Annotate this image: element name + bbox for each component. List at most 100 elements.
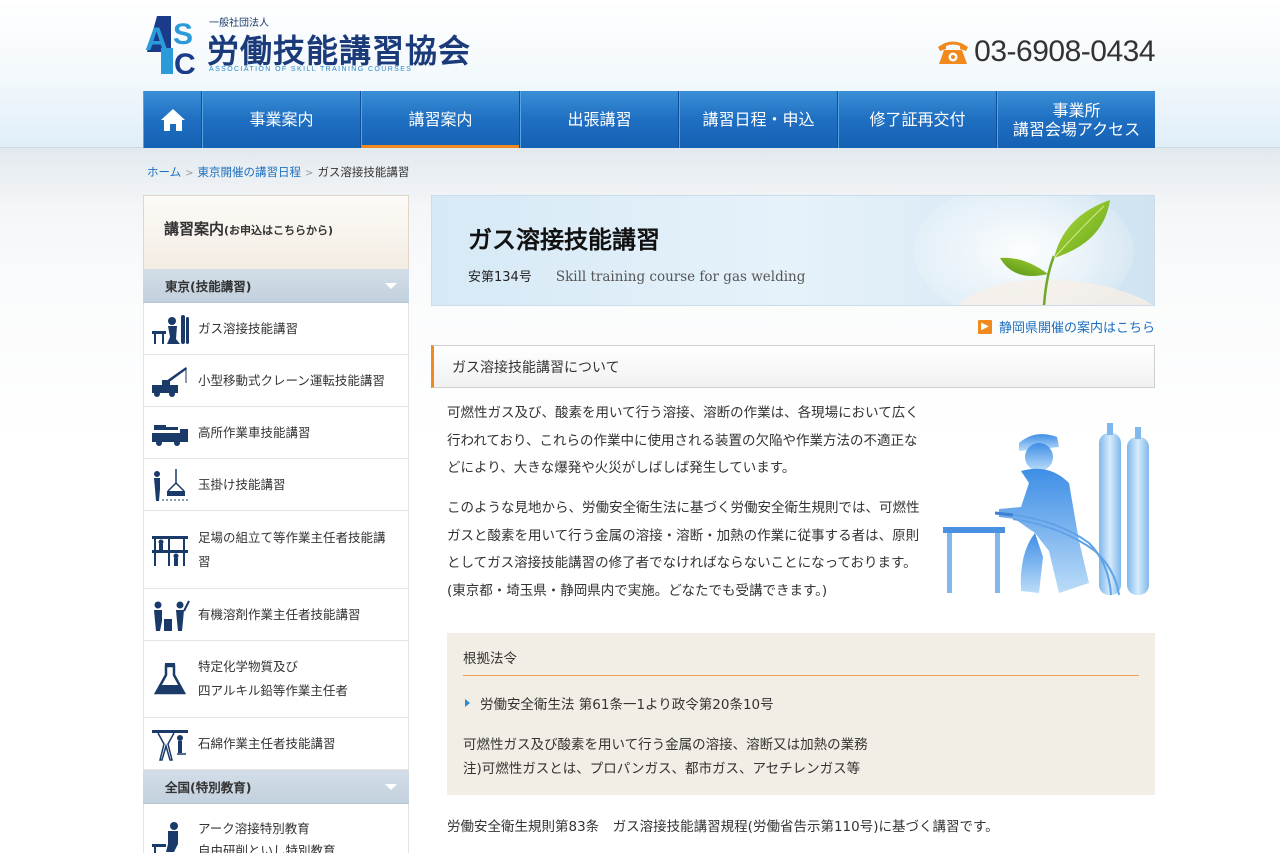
sidebar: 講習案内(お申込はこちらから) 東京(技能講習) ガス溶接技能講習 小型移動式ク… (143, 195, 409, 853)
hero-banner: ガス溶接技能講習 安第134号 Skill training course for… (431, 195, 1155, 306)
breadcrumb-separator: > (185, 168, 194, 179)
category-label: 東京(技能講習) (165, 279, 252, 294)
sidebar-item-gas-welding[interactable]: ガス溶接技能講習 (143, 303, 409, 355)
nav-business[interactable]: 事業案内 (202, 91, 361, 148)
chevron-down-icon (385, 783, 397, 790)
nav-courses[interactable]: 講習案内 (361, 91, 520, 148)
nav-label-multiline: 事業所 講習会場アクセス (1013, 101, 1140, 139)
slinging-worker-icon (154, 468, 188, 501)
legal-basis-title: 根拠法令 (463, 651, 517, 667)
sidebar-item-label-line2: 自由研削といし特別教育 (198, 843, 336, 853)
asc-logo-icon: S C A (145, 16, 196, 74)
sprout-leaves-image (914, 196, 1152, 305)
sidebar-item-slinging[interactable]: 玉掛け技能講習 (143, 459, 409, 511)
legal-basis-box: 根拠法令 労働安全衛生法 第61条一1より政令第20条10号 可燃性ガス及び酸素… (447, 633, 1155, 795)
intro-paragraph-1: 可燃性ガス及び、酸素を用いて行う溶接、溶断の作業は、各現場において広く行われてお… (447, 405, 919, 476)
breadcrumb-home[interactable]: ホーム (147, 165, 181, 179)
nav-certificate-reissue[interactable]: 修了証再交付 (838, 91, 997, 148)
page-wrapper: S C A 一般社団法人 労働技能講習協会 ASSOCIATION OF SKI… (143, 0, 1155, 853)
nav-label-line1: 事業所 (1052, 100, 1101, 120)
organic-solvent-workers-icon (154, 600, 190, 631)
sidebar-category-national[interactable]: 全国(特別教育) (143, 770, 409, 804)
course-code: 安第134号 (468, 270, 532, 285)
breadcrumb-separator: > (305, 168, 314, 179)
phone-number-text: 03-6908-0434 (974, 35, 1155, 68)
sidebar-item-label-line1: アーク溶接特別教育 (198, 821, 310, 836)
nav-onsite-courses[interactable]: 出張講習 (520, 91, 679, 148)
sidebar-item-mobile-crane[interactable]: 小型移動式クレーン運転技能講習 (143, 355, 409, 407)
svg-text:S: S (173, 18, 193, 51)
legal-basis-description: 可燃性ガス及び酸素を用いて行う金属の溶接、溶断又は加熱の業務 注)可燃性ガスとは… (463, 733, 868, 781)
nav-label: 修了証再交付 (869, 110, 966, 129)
logo-english: ASSOCIATION OF SKILL TRAINING COURSES (209, 66, 413, 73)
sidebar-item-label: 高所作業車技能講習 (198, 424, 311, 440)
sidebar-item-organic-solvent[interactable]: 有機溶剤作業主任者技能講習 (143, 589, 409, 641)
phone-icon (938, 41, 969, 64)
nav-label: 講習日程・申込 (702, 110, 815, 129)
sidebar-item-asbestos[interactable]: 石綿作業主任者技能講習 (143, 718, 409, 770)
sidebar-item-scaffolding[interactable]: 足場の組立て等作業主任者技能講 習 (143, 511, 409, 589)
sidebar-title-text: 講習案内 (164, 220, 225, 238)
home-icon (160, 108, 185, 131)
sidebar-title-note: (お申込はこちらから) (224, 224, 334, 237)
gas-welder-icon (152, 314, 189, 344)
breadcrumb-current: ガス溶接技能講習 (317, 165, 410, 179)
breadcrumb-parent[interactable]: 東京開催の講習日程 (198, 165, 302, 179)
nav-schedule-apply[interactable]: 講習日程・申込 (679, 91, 838, 148)
breadcrumb: ホーム > 東京開催の講習日程 > ガス溶接技能講習 (147, 164, 409, 180)
mobile-crane-icon (152, 366, 187, 397)
sidebar-item-label-multiline: 足場の組立て等作業主任者技能講 習 (198, 526, 386, 574)
sidebar-item-aerial-work-vehicle[interactable]: 高所作業車技能講習 (143, 407, 409, 459)
sidebar-item-label-multiline: 特定化学物質及び 四アルキル鉛等作業主任者 (198, 655, 348, 703)
nav-label: 事業案内 (249, 110, 314, 129)
sidebar-item-arc-welding[interactable]: アーク溶接特別教育 自由研削といし特別教育 (143, 804, 409, 853)
legal-basis-item-text: 労働安全衛生法 第61条一1より政令第20条10号 (480, 697, 774, 713)
gas-welder-illustration (943, 423, 1149, 596)
aerial-work-truck-icon (152, 424, 188, 446)
phone-number[interactable]: 03-6908-0434 (936, 34, 1155, 70)
sidebar-item-label: 玉掛け技能講習 (198, 476, 286, 492)
category-label: 全国(特別教育) (165, 780, 252, 795)
sidebar-item-specified-chemicals[interactable]: 特定化学物質及び 四アルキル鉛等作業主任者 (143, 641, 409, 718)
legal-basis-desc-line2: 注)可燃性ガスとは、プロパンガス、都市ガス、アセチレンガス等 (463, 761, 861, 777)
legal-basis-divider (463, 675, 1139, 676)
main-content: ガス溶接技能講習 安第134号 Skill training course for… (431, 195, 1155, 853)
scaffolding-icon (152, 535, 188, 566)
arc-welder-icon (152, 822, 178, 853)
course-english-title: Skill training course for gas welding (555, 269, 806, 285)
sidebar-item-label: 石綿作業主任者技能講習 (198, 735, 336, 751)
arrow-right-icon: ▶ (977, 319, 992, 334)
flask-icon (153, 663, 187, 695)
nav-label: 講習案内 (408, 110, 473, 129)
sidebar-title: 講習案内(お申込はこちらから) (143, 195, 409, 269)
sidebar-item-label: 有機溶剤作業主任者技能講習 (198, 606, 361, 622)
nav-label-line2: 講習会場アクセス (1012, 119, 1141, 139)
sidebar-category-tokyo[interactable]: 東京(技能講習) (143, 269, 409, 303)
chevron-down-icon (385, 282, 397, 289)
intro-paragraph-2: このような見地から、労働安全衛生法に基づく労働安全衛生規則では、可燃性ガスと酸素… (447, 500, 920, 599)
regulation-note: 労働安全衛生規則第83条 ガス溶接技能講習規程(労働省告示第110号)に基づく講… (447, 819, 999, 835)
sidebar-item-label-line2: 習 (198, 553, 211, 569)
svg-text:C: C (174, 48, 196, 74)
asbestos-worker-icon (152, 729, 188, 761)
site-logo[interactable]: S C A 一般社団法人 労働技能講習協会 ASSOCIATION OF SKI… (143, 12, 470, 76)
sidebar-item-label-line2: 四アルキル鉛等作業主任者 (198, 683, 348, 698)
shizuoka-link-text: 静岡県開催の案内はこちら (998, 321, 1155, 336)
legal-basis-item: 労働安全衛生法 第61条一1より政令第20条10号 (465, 693, 774, 713)
sidebar-item-label: 小型移動式クレーン運転技能講習 (198, 372, 385, 388)
page-title: ガス溶接技能講習 (468, 226, 660, 254)
nav-home[interactable] (143, 91, 202, 148)
global-nav: 事業案内 講習案内 出張講習 講習日程・申込 修了証再交付 事業所 講習会場アク… (143, 91, 1155, 148)
course-code-line: 安第134号 Skill training course for gas weld… (468, 266, 805, 285)
legal-basis-desc-line1: 可燃性ガス及び酸素を用いて行う金属の溶接、溶断又は加熱の業務 (463, 737, 868, 753)
shizuoka-link[interactable]: ▶ 静岡県開催の案内はこちら (977, 317, 1155, 336)
sidebar-item-label-line1: 特定化学物質及び (198, 659, 299, 674)
nav-access[interactable]: 事業所 講習会場アクセス (997, 91, 1155, 148)
sidebar-item-label-multiline: アーク溶接特別教育 自由研削といし特別教育 (198, 818, 336, 853)
sidebar-item-label-line1: 足場の組立て等作業主任者技能講 (198, 529, 386, 545)
sidebar-item-label: ガス溶接技能講習 (198, 320, 299, 336)
svg-text:A: A (145, 21, 168, 57)
nav-label: 出張講習 (567, 110, 632, 129)
section-heading: ガス溶接技能講習について (431, 345, 1155, 388)
triangle-bullet-icon (465, 699, 470, 707)
